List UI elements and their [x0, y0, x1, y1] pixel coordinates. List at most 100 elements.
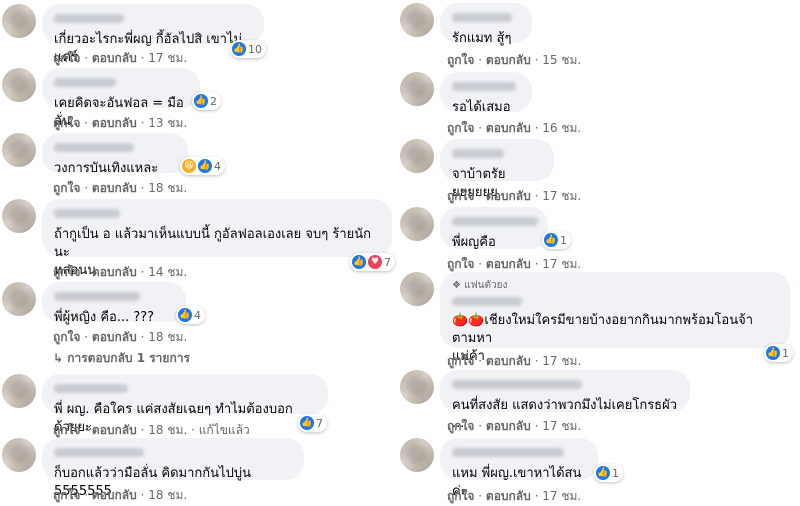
avatar[interactable] — [2, 199, 36, 233]
timestamp[interactable]: 17 ชม. — [542, 189, 581, 203]
reply-link[interactable]: ตอบกลับ — [92, 488, 137, 502]
reaction-summary[interactable]: 👍 4 — [176, 306, 205, 324]
comment-actions: ถูกใจ · ตอบกลับ · 17 ชม. — [53, 51, 188, 65]
reply-link[interactable]: ตอบกลับ — [92, 181, 137, 195]
love-icon: ♥ — [368, 255, 382, 269]
avatar[interactable] — [2, 68, 36, 102]
like-link[interactable]: ถูกใจ — [53, 488, 80, 502]
commenter-name[interactable] — [54, 143, 134, 152]
reaction-summary[interactable]: 👍 ♥ 7 — [350, 253, 395, 271]
reaction-summary[interactable]: 👍 1 — [594, 464, 623, 482]
timestamp[interactable]: 17 ชม. — [542, 489, 581, 503]
reaction-summary[interactable]: 👍 7 — [298, 414, 327, 432]
comment-actions: ถูกใจ · ตอบกลับ · 13 ชม. — [53, 116, 188, 130]
like-icon: 👍 — [596, 466, 610, 480]
reply-link[interactable]: ตอบกลับ — [486, 189, 531, 203]
avatar[interactable] — [400, 207, 434, 241]
reply-link[interactable]: ตอบกลับ — [92, 116, 137, 130]
timestamp[interactable]: 18 ชม. — [148, 423, 187, 437]
view-replies-link[interactable]: ↳ การตอบกลับ 1 รายการ — [53, 349, 190, 368]
reaction-count: 7 — [316, 416, 323, 430]
timestamp[interactable]: 15 ชม. — [542, 53, 581, 67]
like-link[interactable]: ถูกใจ — [53, 265, 80, 279]
reply-link[interactable]: ตอบกลับ — [486, 489, 531, 503]
like-link[interactable]: ถูกใจ — [53, 181, 80, 195]
commenter-name[interactable] — [54, 448, 144, 457]
like-link[interactable]: ถูกใจ — [447, 257, 474, 271]
commenter-name[interactable] — [54, 78, 116, 87]
timestamp[interactable]: 17 ชม. — [542, 354, 581, 368]
reply-link[interactable]: ตอบกลับ — [486, 354, 531, 368]
timestamp[interactable]: 16 ชม. — [542, 121, 581, 135]
like-link[interactable]: ถูกใจ — [447, 419, 474, 433]
commenter-name[interactable] — [452, 297, 522, 306]
avatar[interactable] — [400, 3, 434, 37]
timestamp[interactable]: 14 ชม. — [148, 265, 187, 279]
timestamp[interactable]: 13 ชม. — [148, 116, 187, 130]
commenter-name[interactable] — [54, 14, 124, 23]
timestamp[interactable]: 17 ชม. — [542, 257, 581, 271]
commenter-name[interactable] — [452, 448, 564, 457]
like-icon: 👍 — [194, 94, 208, 108]
like-icon: 👍 — [178, 308, 192, 322]
commenter-name[interactable] — [54, 209, 120, 218]
reaction-summary[interactable]: 😆 👍 4 — [180, 157, 225, 175]
avatar[interactable] — [2, 282, 36, 316]
comment-actions: ถูกใจ · ตอบกลับ · 17 ชม. — [447, 419, 582, 433]
avatar[interactable] — [2, 374, 36, 408]
avatar[interactable] — [400, 72, 434, 106]
avatar[interactable] — [2, 4, 36, 38]
avatar[interactable] — [400, 438, 434, 472]
timestamp[interactable]: 17 ชม. — [148, 51, 187, 65]
reaction-count: 7 — [384, 255, 391, 269]
reaction-summary[interactable]: 👍 1 — [764, 344, 793, 362]
timestamp[interactable]: 18 ชม. — [148, 181, 187, 195]
reply-link[interactable]: ตอบกลับ — [486, 419, 531, 433]
reply-link[interactable]: ตอบกลับ — [486, 53, 531, 67]
like-link[interactable]: ถูกใจ — [53, 330, 80, 344]
comment-bubble: ถ้ากูเป็น อ แล้วมาเห็นแบบนี้ กูอัลฟอลเอง… — [42, 199, 392, 278]
commenter-name[interactable] — [452, 380, 582, 389]
like-link[interactable]: ถูกใจ — [53, 423, 80, 437]
edited-label[interactable]: แก้ไขแล้ว — [199, 423, 250, 437]
commenter-name[interactable] — [54, 292, 140, 301]
reaction-count: 2 — [210, 94, 217, 108]
like-link[interactable]: ถูกใจ — [53, 51, 80, 65]
reply-link[interactable]: ตอบกลับ — [92, 265, 137, 279]
commenter-name[interactable] — [452, 217, 538, 226]
comment-actions: ถูกใจ · ตอบกลับ · 17 ชม. — [447, 354, 582, 368]
reaction-summary[interactable]: 👍 1 — [542, 231, 571, 249]
top-fan-badge[interactable]: ❖ แฟนตัวยง — [452, 278, 778, 293]
like-link[interactable]: ถูกใจ — [447, 489, 474, 503]
comment-bubble: พี่ผู้หญิง คือ... ??? — [42, 282, 186, 325]
reply-link[interactable]: ตอบกลับ — [486, 121, 531, 135]
like-link[interactable]: ถูกใจ — [447, 121, 474, 135]
avatar[interactable] — [2, 133, 36, 167]
avatar[interactable] — [2, 438, 36, 472]
reaction-summary[interactable]: 👍 10 — [230, 40, 266, 58]
like-link[interactable]: ถูกใจ — [447, 189, 474, 203]
reply-link[interactable]: ตอบกลับ — [92, 51, 137, 65]
reply-link[interactable]: ตอบกลับ — [486, 257, 531, 271]
commenter-name[interactable] — [452, 82, 516, 91]
reply-link[interactable]: ตอบกลับ — [92, 423, 137, 437]
timestamp[interactable]: 18 ชม. — [148, 488, 187, 502]
comment-actions: ถูกใจ · ตอบกลับ · 15 ชม. — [447, 53, 582, 67]
timestamp[interactable]: 17 ชม. — [542, 419, 581, 433]
haha-icon: 😆 — [182, 159, 196, 173]
like-link[interactable]: ถูกใจ — [447, 354, 474, 368]
reaction-summary[interactable]: 👍 2 — [192, 92, 221, 110]
like-icon: 👍 — [300, 416, 314, 430]
reply-link[interactable]: ตอบกลับ — [92, 330, 137, 344]
avatar[interactable] — [400, 370, 434, 404]
commenter-name[interactable] — [452, 149, 504, 158]
timestamp[interactable]: 18 ชม. — [148, 330, 187, 344]
avatar[interactable] — [400, 272, 434, 306]
commenter-name[interactable] — [54, 384, 128, 393]
like-link[interactable]: ถูกใจ — [447, 53, 474, 67]
like-icon: 👍 — [352, 255, 366, 269]
avatar[interactable] — [400, 139, 434, 173]
commenter-name[interactable] — [452, 13, 512, 22]
like-link[interactable]: ถูกใจ — [53, 116, 80, 130]
reaction-count: 1 — [782, 346, 789, 360]
